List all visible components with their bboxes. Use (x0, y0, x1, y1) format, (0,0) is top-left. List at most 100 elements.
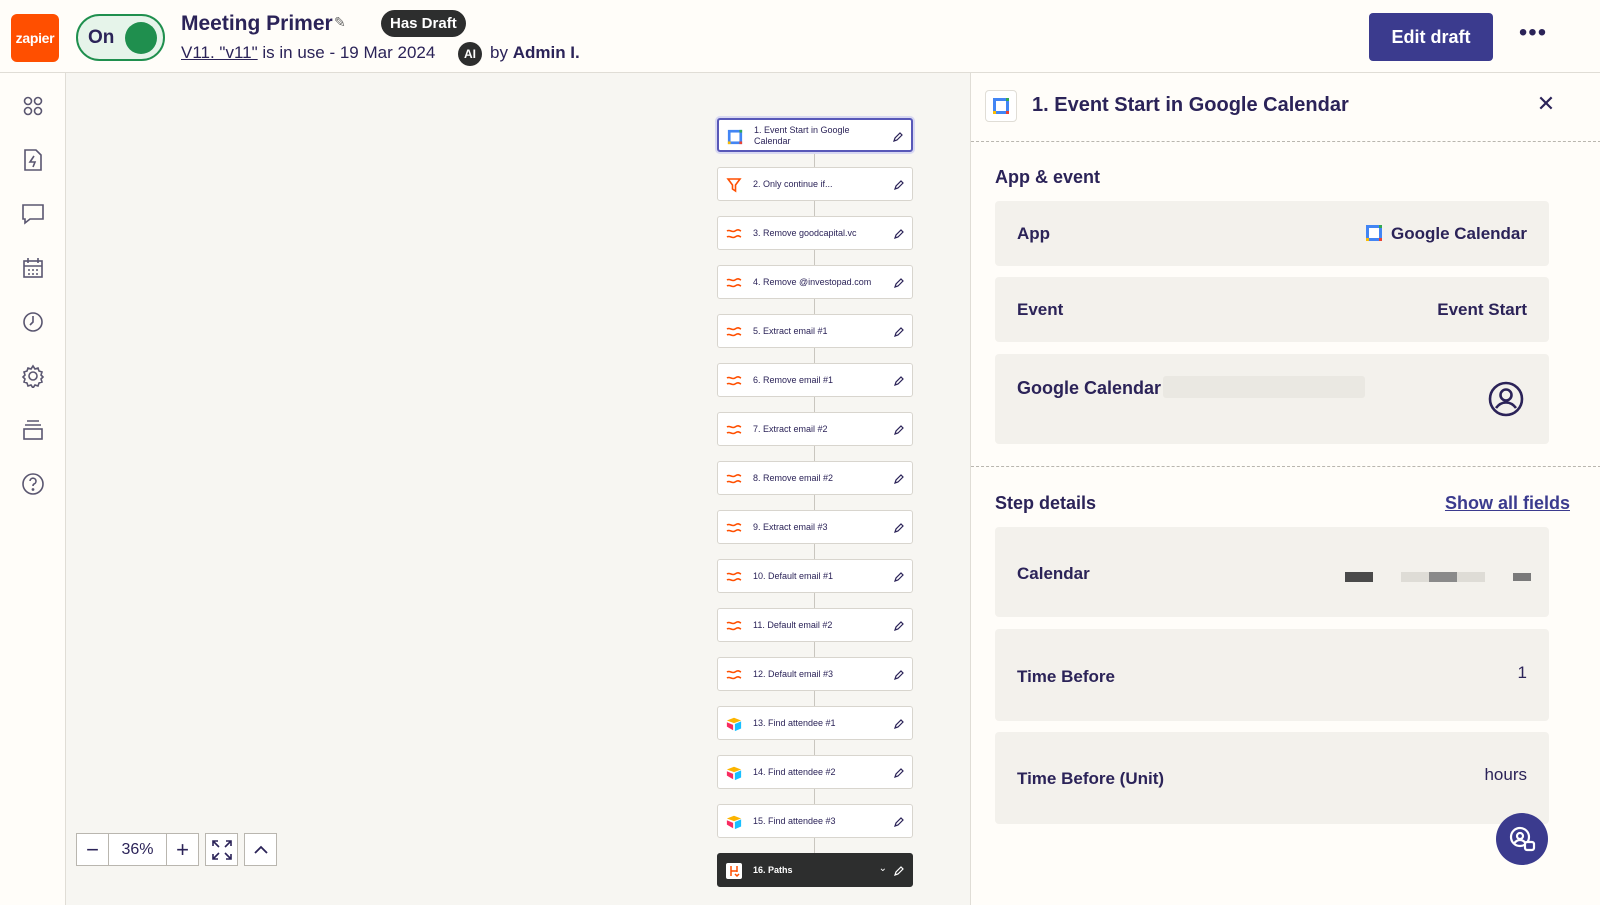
support-chat-button[interactable] (1496, 813, 1548, 865)
step-label: 4. Remove @investopad.com (753, 277, 872, 287)
airtable-icon (726, 716, 742, 732)
by-prefix: by (490, 43, 513, 62)
account-label: Google Calendar (1017, 378, 1162, 398)
redacted-account (1163, 376, 1365, 398)
workflow-step[interactable]: 14. Find attendee #2 (717, 755, 913, 789)
zap-title[interactable]: Meeting Primer (181, 12, 333, 36)
app-value: Google Calendar (1365, 224, 1527, 244)
workflow-step[interactable]: 12. Default email #3 (717, 657, 913, 691)
panel-header: 1. Event Start in Google Calendar ✕ (971, 73, 1600, 141)
settings-icon[interactable] (18, 361, 48, 391)
google-calendar-icon (985, 90, 1017, 122)
more-options-icon[interactable]: ••• (1516, 20, 1550, 54)
edit-pencil-icon[interactable] (893, 227, 905, 239)
edit-pencil-icon[interactable] (893, 472, 905, 484)
edit-pencil-icon[interactable] (893, 423, 905, 435)
edit-draft-button[interactable]: Edit draft (1369, 13, 1493, 61)
redacted-value (1429, 572, 1457, 582)
formatter-icon (726, 520, 742, 536)
account-avatar-icon[interactable] (1487, 380, 1525, 418)
workflow-step[interactable]: 16. Paths ⌄ (717, 853, 913, 887)
workflow-step[interactable]: 2. Only continue if... (717, 167, 913, 201)
zapier-logo[interactable]: zapier (11, 14, 59, 62)
calendar-grid-icon[interactable] (18, 253, 48, 283)
collapse-chevron-up-icon[interactable] (244, 833, 277, 866)
panel-title: 1. Event Start in Google Calendar (1032, 94, 1349, 116)
chevron-down-icon[interactable]: ⌄ (879, 863, 887, 874)
workflow-step[interactable]: 6. Remove email #1 (717, 363, 913, 397)
event-row[interactable]: Event Event Start (995, 277, 1549, 342)
airtable-icon (726, 765, 742, 781)
edit-pencil-icon[interactable] (893, 325, 905, 337)
formatter-icon (726, 275, 742, 291)
toggle-label: On (88, 27, 115, 48)
workflow-canvas[interactable]: 1. Event Start in Google Calendar 2. Only… (66, 73, 970, 905)
history-icon[interactable] (18, 307, 48, 337)
layers-icon[interactable] (18, 415, 48, 445)
version-line: V11. "v11" is in use - 19 Mar 2024 (181, 43, 435, 63)
workflow-step[interactable]: 4. Remove @investopad.com (717, 265, 913, 299)
step-label: 15. Find attendee #3 (753, 816, 836, 826)
step-label: 3. Remove goodcapital.vc (753, 228, 857, 238)
workflow-step[interactable]: 15. Find attendee #3 (717, 804, 913, 838)
top-bar: zapier On Meeting Primer ✎ Has Draft V11… (0, 0, 1600, 73)
workflow-step[interactable]: 9. Extract email #3 (717, 510, 913, 544)
edit-pencil-icon[interactable] (893, 178, 905, 190)
workflow-step[interactable]: 1. Event Start in Google Calendar (717, 118, 913, 152)
time-unit-field[interactable]: Time Before (Unit) hours (995, 732, 1549, 824)
google-calendar-icon (727, 129, 743, 145)
workflow-step[interactable]: 7. Extract email #2 (717, 412, 913, 446)
filter-icon (726, 177, 742, 193)
step-label: 1. Event Start in Google Calendar (754, 125, 850, 146)
edit-pencil-icon[interactable] (893, 374, 905, 386)
step-label: 16. Paths (753, 865, 793, 875)
zoom-in-button[interactable]: + (166, 833, 199, 866)
workflow-step[interactable]: 5. Extract email #1 (717, 314, 913, 348)
rename-pencil-icon[interactable]: ✎ (334, 14, 346, 31)
step-label: 2. Only continue if... (753, 179, 833, 189)
field-label: Time Before (1017, 667, 1115, 686)
show-all-fields-link[interactable]: Show all fields (1445, 493, 1570, 514)
zap-on-toggle[interactable]: On (76, 14, 165, 61)
edit-pencil-icon[interactable] (893, 864, 905, 876)
edit-pencil-icon[interactable] (893, 619, 905, 631)
workflow-step[interactable]: 3. Remove goodcapital.vc (717, 216, 913, 250)
workflow-step[interactable]: 11. Default email #2 (717, 608, 913, 642)
chat-icon[interactable] (18, 199, 48, 229)
field-value: hours (1484, 765, 1527, 784)
apps-icon[interactable] (18, 91, 48, 121)
workflow-step[interactable]: 8. Remove email #2 (717, 461, 913, 495)
edit-pencil-icon[interactable] (893, 717, 905, 729)
close-icon[interactable]: ✕ (1533, 91, 1559, 117)
edit-pencil-icon[interactable] (893, 570, 905, 582)
help-icon[interactable] (18, 469, 48, 499)
field-label: Calendar (1017, 564, 1090, 583)
zaps-icon[interactable] (18, 145, 48, 175)
fit-to-screen-icon[interactable] (205, 833, 238, 866)
edit-pencil-icon[interactable] (893, 276, 905, 288)
left-sidebar (0, 73, 66, 905)
calendar-field[interactable]: Calendar (995, 527, 1549, 617)
app-event-heading: App & event (995, 167, 1101, 187)
workflow-step[interactable]: 13. Find attendee #1 (717, 706, 913, 740)
app-row[interactable]: App Google Calendar (995, 201, 1549, 266)
version-link[interactable]: V11. "v11" (181, 43, 258, 62)
edit-pencil-icon[interactable] (892, 130, 904, 142)
step-label: 13. Find attendee #1 (753, 718, 836, 728)
edit-pencil-icon[interactable] (893, 815, 905, 827)
edit-pencil-icon[interactable] (893, 766, 905, 778)
zoom-out-button[interactable]: − (76, 833, 109, 866)
redacted-value (1345, 572, 1373, 582)
edit-pencil-icon[interactable] (893, 668, 905, 680)
zoom-controls: − 36% + (76, 833, 277, 866)
edit-pencil-icon[interactable] (893, 521, 905, 533)
workflow-step[interactable]: 10. Default email #1 (717, 559, 913, 593)
step-label: 9. Extract email #3 (753, 522, 828, 532)
formatter-icon (726, 569, 742, 585)
step-label: 6. Remove email #1 (753, 375, 834, 385)
version-status: is in use - 19 Mar 2024 (257, 43, 436, 62)
divider (971, 466, 1600, 467)
time-before-field[interactable]: Time Before 1 (995, 629, 1549, 721)
divider (971, 141, 1600, 142)
account-row[interactable]: Google Calendar (995, 354, 1549, 444)
